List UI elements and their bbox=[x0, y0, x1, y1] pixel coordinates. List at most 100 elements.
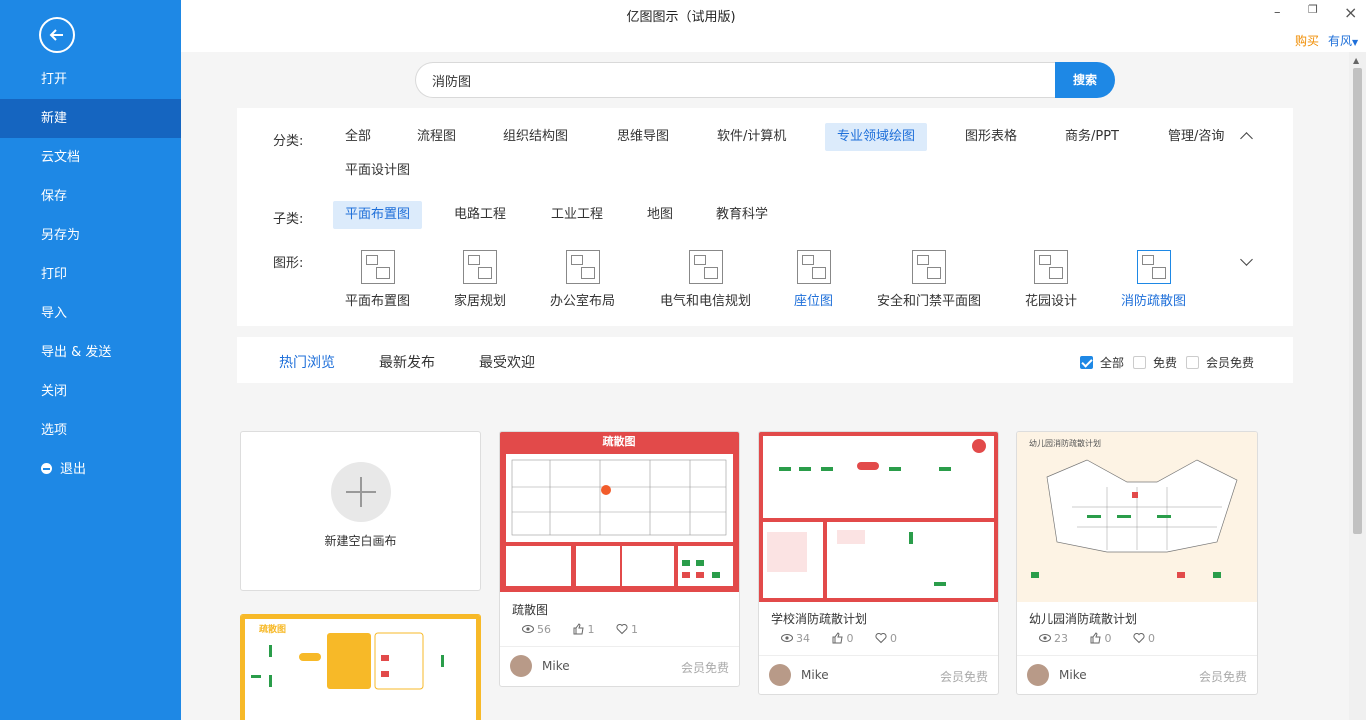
shape-garden[interactable]: 花园设计 bbox=[1025, 250, 1077, 309]
sidebar-item-new[interactable]: 新建 bbox=[0, 99, 181, 138]
filter-member-free-checkbox[interactable]: 会员免费 bbox=[1186, 354, 1254, 371]
sidebar-item-save-as[interactable]: 另存为 bbox=[0, 216, 181, 255]
shape-seating[interactable]: 座位图 bbox=[794, 250, 833, 309]
template-thumbnail bbox=[759, 432, 998, 602]
sub-floor-plan[interactable]: 平面布置图 bbox=[333, 201, 423, 229]
sidebar-item-close[interactable]: 关闭 bbox=[0, 372, 181, 411]
checkbox-icon bbox=[1186, 356, 1199, 369]
template-title: 幼儿园消防疏散计划 bbox=[1029, 612, 1138, 626]
vertical-scrollbar[interactable]: ▲ bbox=[1349, 52, 1366, 720]
sidebar: 打开 新建 云文档 保存 另存为 打印 导入 导出 & 发送 关闭 选项 退出 bbox=[0, 0, 181, 720]
user-name: 有风 bbox=[1328, 34, 1353, 48]
scroll-up-icon[interactable]: ▲ bbox=[1353, 56, 1359, 65]
category-mind-map[interactable]: 思维导图 bbox=[605, 123, 681, 151]
like-icon bbox=[573, 623, 584, 635]
template-thumbnail: 幼儿园消防疏散计划 bbox=[1017, 432, 1257, 602]
garden-design-icon bbox=[1034, 250, 1068, 284]
like-icon bbox=[1090, 632, 1101, 644]
sub-industrial[interactable]: 工业工程 bbox=[539, 201, 615, 229]
shape-fire-evacuation-label: 消防疏散图 bbox=[1121, 294, 1187, 309]
filter-member-free-label: 会员免费 bbox=[1206, 356, 1255, 370]
new-blank-canvas-card[interactable]: 新建空白画布 bbox=[240, 431, 481, 591]
t3-header: 幼儿园消防疏散计划 bbox=[1029, 438, 1101, 448]
template-footer: Mike 会员免费 bbox=[1017, 655, 1257, 694]
template-card[interactable]: 幼儿园消防疏散计划 幼儿园消防疏散计划 23 0 0 Mike 会员免费 bbox=[1016, 431, 1258, 695]
template-title: 疏散图 bbox=[512, 603, 549, 617]
category-graphic-design[interactable]: 平面设计图 bbox=[333, 157, 422, 185]
close-icon[interactable]: × bbox=[1344, 3, 1357, 22]
category-management[interactable]: 管理/咨询 bbox=[1156, 123, 1236, 151]
sidebar-item-print[interactable]: 打印 bbox=[0, 255, 181, 294]
subcategory-label: 子类: bbox=[273, 212, 304, 227]
restore-icon[interactable]: ❐ bbox=[1308, 3, 1318, 16]
favorite-icon bbox=[875, 632, 887, 644]
sidebar-item-cloud[interactable]: 云文档 bbox=[0, 138, 181, 177]
sub-education[interactable]: 教育科学 bbox=[704, 201, 780, 229]
shape-office-layout[interactable]: 办公室布局 bbox=[550, 250, 615, 309]
template-card[interactable]: 疏散图 疏散图 56 1 1 Mike 会员免费 bbox=[499, 431, 740, 687]
search-button[interactable]: 搜索 bbox=[1055, 62, 1115, 98]
sidebar-item-exit[interactable]: 退出 bbox=[0, 450, 181, 489]
shape-home-plan-label: 家居规划 bbox=[454, 294, 507, 309]
exit-icon bbox=[41, 463, 52, 474]
template-card[interactable]: 学校消防疏散计划 34 0 0 Mike 会员免费 bbox=[758, 431, 999, 695]
category-professional[interactable]: 专业领域绘图 bbox=[825, 123, 928, 151]
category-tables[interactable]: 图形表格 bbox=[953, 123, 1029, 151]
back-button[interactable] bbox=[39, 17, 75, 53]
shape-floor-plan[interactable]: 平面布置图 bbox=[345, 250, 410, 309]
tab-newest[interactable]: 最新发布 bbox=[379, 352, 435, 372]
user-menu[interactable]: 有风▼ bbox=[1328, 32, 1358, 49]
electrical-plan-icon bbox=[688, 250, 723, 284]
sub-map[interactable]: 地图 bbox=[635, 201, 685, 229]
shape-garden-label: 花园设计 bbox=[1025, 294, 1078, 309]
sidebar-item-save[interactable]: 保存 bbox=[0, 177, 181, 216]
shape-fire-evacuation[interactable]: 消防疏散图 bbox=[1121, 250, 1186, 309]
filter-free-checkbox[interactable]: 免费 bbox=[1133, 354, 1177, 371]
category-flowchart[interactable]: 流程图 bbox=[405, 123, 468, 151]
scroll-thumb[interactable] bbox=[1353, 68, 1362, 534]
search-input[interactable] bbox=[415, 62, 1060, 98]
favs-count: 0 bbox=[890, 632, 897, 645]
sidebar-item-export[interactable]: 导出 & 发送 bbox=[0, 333, 181, 372]
views-icon bbox=[522, 625, 534, 633]
sub-circuit[interactable]: 电路工程 bbox=[442, 201, 518, 229]
collapse-categories-icon[interactable] bbox=[1240, 132, 1253, 145]
t1-header: 疏散图 bbox=[603, 434, 636, 448]
avatar bbox=[1027, 664, 1049, 686]
author-name: Mike bbox=[542, 659, 570, 673]
sidebar-item-open[interactable]: 打开 bbox=[0, 60, 181, 99]
checkbox-checked-icon bbox=[1080, 356, 1093, 369]
category-all[interactable]: 全部 bbox=[333, 123, 383, 151]
exit-label: 退出 bbox=[60, 462, 87, 477]
template-card[interactable]: 疏散图 bbox=[240, 614, 481, 720]
category-business-ppt[interactable]: 商务/PPT bbox=[1053, 123, 1131, 151]
tab-hot[interactable]: 热门浏览 bbox=[279, 352, 335, 372]
sort-tabs-bar: 热门浏览 最新发布 最受欢迎 全部 免费 会员免费 bbox=[237, 337, 1293, 383]
filter-all-checkbox[interactable]: 全部 bbox=[1080, 354, 1124, 371]
shape-security-label: 安全和门禁平面图 bbox=[877, 294, 982, 309]
shape-electrical[interactable]: 电气和电信规划 bbox=[660, 250, 751, 309]
office-layout-icon bbox=[565, 250, 600, 284]
new-canvas-label: 新建空白画布 bbox=[324, 534, 397, 548]
sidebar-item-import[interactable]: 导入 bbox=[0, 294, 181, 333]
shape-home-plan[interactable]: 家居规划 bbox=[454, 250, 506, 309]
home-plan-icon bbox=[463, 250, 497, 284]
category-software[interactable]: 软件/计算机 bbox=[705, 123, 798, 151]
shape-security[interactable]: 安全和门禁平面图 bbox=[877, 250, 981, 309]
template-title: 学校消防疏散计划 bbox=[771, 612, 868, 626]
category-org-chart[interactable]: 组织结构图 bbox=[491, 123, 580, 151]
buy-link[interactable]: 购买 bbox=[1295, 32, 1319, 49]
tab-popular[interactable]: 最受欢迎 bbox=[479, 352, 535, 372]
like-icon bbox=[832, 632, 843, 644]
likes-count: 0 bbox=[1104, 632, 1112, 645]
filter-free-label: 免费 bbox=[1153, 356, 1178, 370]
sidebar-item-options[interactable]: 选项 bbox=[0, 411, 181, 450]
expand-shapes-icon[interactable] bbox=[1240, 253, 1253, 266]
floor-plan-icon bbox=[360, 250, 395, 284]
views-icon bbox=[781, 634, 793, 642]
minimize-icon[interactable]: – bbox=[1274, 5, 1281, 20]
fire-evacuation-icon bbox=[1136, 250, 1171, 284]
title-bar: 亿图图示（试用版) – ❐ × 购买 有风▼ bbox=[181, 0, 1366, 52]
favs-count: 0 bbox=[1148, 632, 1155, 645]
shape-floor-plan-label: 平面布置图 bbox=[345, 294, 411, 309]
